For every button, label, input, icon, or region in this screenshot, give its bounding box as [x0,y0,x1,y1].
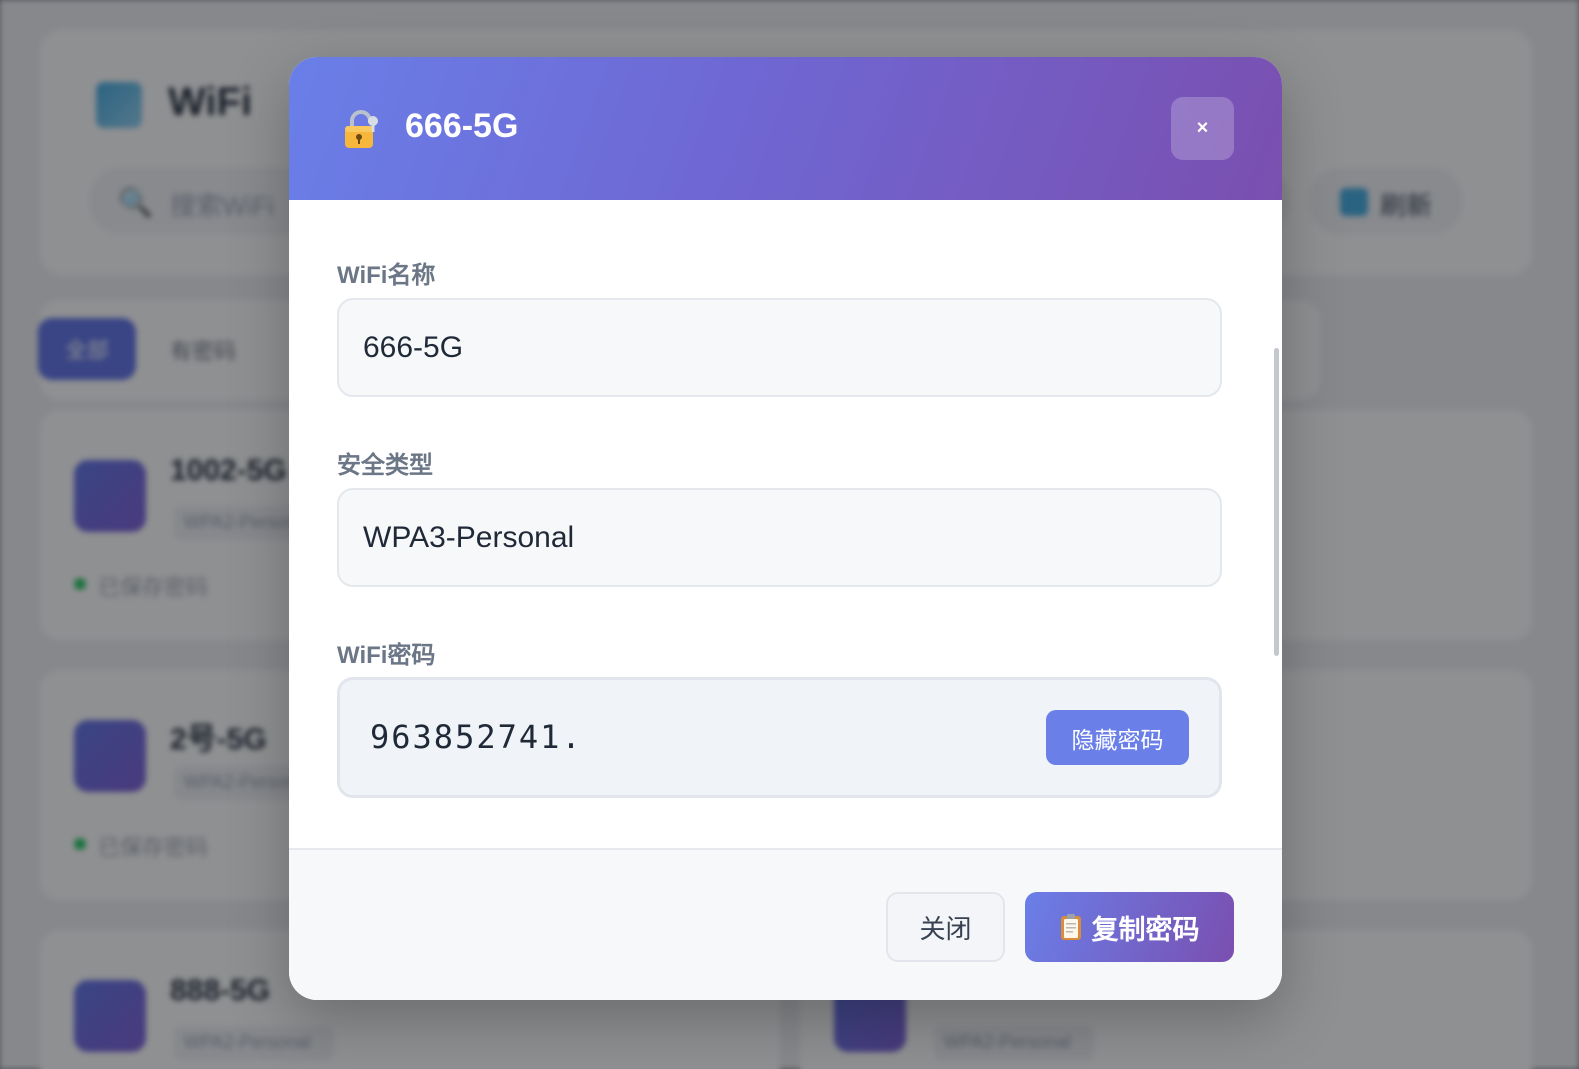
wifi-password-field[interactable]: 963852741. 隐藏密码 [337,677,1222,798]
close-button[interactable]: 关闭 [886,892,1005,962]
security-type-field[interactable]: WPA3-Personal [337,488,1222,587]
hide-password-button[interactable]: 隐藏密码 [1046,710,1189,765]
clipboard-icon [1060,913,1082,941]
security-type-label: 安全类型 [337,452,433,479]
modal-footer: 关闭 复制密码 [289,848,1282,1000]
modal-body[interactable]: WiFi名称 666-5G 安全类型 WPA3-Personal WiFi密码 … [289,200,1282,848]
lock-icon [341,109,381,151]
wifi-name-field[interactable]: 666-5G [337,298,1222,397]
copy-password-label: 复制密码 [1091,914,1200,945]
modal-header: 666-5G × [289,57,1282,200]
wifi-detail-modal: 666-5G × WiFi名称 666-5G 安全类型 WPA3-Persona… [289,57,1282,1000]
close-icon[interactable]: × [1171,97,1234,160]
modal-title: 666-5G [405,107,519,145]
copy-password-button[interactable]: 复制密码 [1025,892,1234,962]
modal-scrollbar[interactable] [1274,348,1279,656]
wifi-name-label: WiFi名称 [337,262,436,289]
wifi-password-label: WiFi密码 [337,642,436,669]
wifi-password-value: 963852741. [370,718,583,756]
